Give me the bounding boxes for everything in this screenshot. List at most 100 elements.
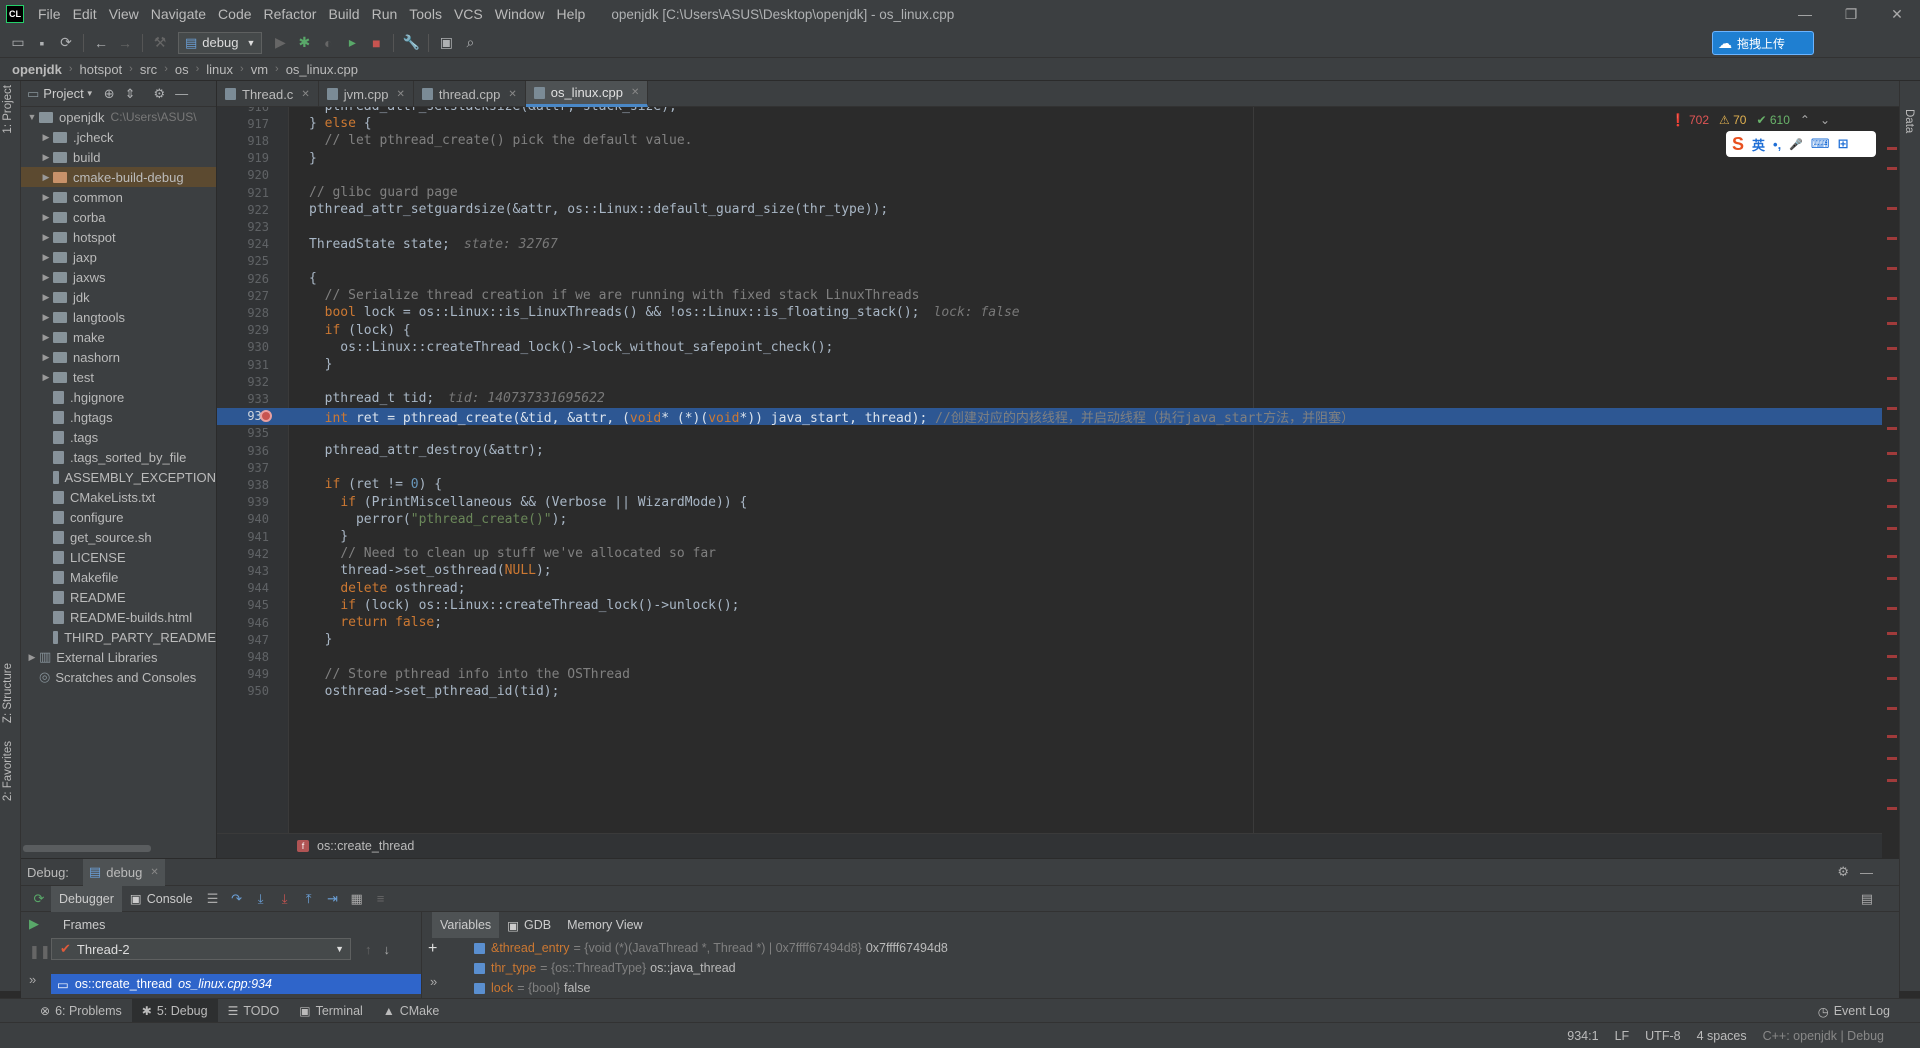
code-line[interactable]: 931 }	[217, 356, 1882, 373]
code-line[interactable]: 916 pthread_attr_setstacksize(&attr, sta…	[217, 107, 1882, 115]
collapse-all-icon[interactable]: ⇕	[125, 86, 136, 102]
menu-edit[interactable]: Edit	[67, 6, 103, 22]
variable-row[interactable]: &thread_entry = {void (*)(JavaThread *, T…	[422, 938, 1899, 958]
stripe-error-mark[interactable]	[1887, 707, 1897, 710]
tree-root[interactable]: ▼ openjdk C:\Users\ASUS\	[21, 107, 216, 127]
line-number[interactable]: 948	[217, 650, 269, 664]
indent-setting[interactable]: 4 spaces	[1697, 1029, 1747, 1043]
stripe-error-mark[interactable]	[1887, 347, 1897, 350]
stripe-error-mark[interactable]	[1887, 479, 1897, 482]
chevron-right-icon[interactable]: ▶	[39, 372, 53, 383]
step-over-icon[interactable]: ↷	[225, 891, 249, 907]
code-line[interactable]: 942 // Need to clean up stuff we've allo…	[217, 545, 1882, 562]
chevron-right-icon[interactable]: ▶	[39, 352, 53, 363]
tree-folder[interactable]: ▶ hotspot	[21, 227, 216, 247]
evaluate-icon[interactable]: ▦	[345, 891, 369, 907]
pause-icon[interactable]: ❚❚	[29, 944, 51, 960]
ime-toolbar[interactable]: S 英 •, 🎤 ⌨ ⊞	[1726, 131, 1876, 157]
tool-tab-database[interactable]: Data	[1903, 109, 1915, 133]
breadcrumb-item[interactable]: hotspot	[80, 62, 123, 77]
variable-row[interactable]: thr_type = {os::ThreadType} os::java_threa…	[422, 958, 1899, 978]
code-line[interactable]: 940 perror("pthread_create()");	[217, 511, 1882, 528]
debug-bug-icon[interactable]: ✱	[292, 31, 316, 55]
bottom-tab-todo[interactable]: ☰ TODO	[218, 999, 290, 1023]
stripe-error-mark[interactable]	[1887, 267, 1897, 270]
menu-view[interactable]: View	[103, 6, 145, 22]
forward-icon[interactable]: →	[113, 31, 137, 55]
code-line[interactable]: 950 osthread->set_pthread_id(tid);	[217, 683, 1882, 700]
inspection-widget[interactable]: ❗ 702 ⚠ 70 ✔ 610 ⌃ ⌄	[1671, 113, 1830, 127]
force-step-into-icon[interactable]: ⤓	[273, 891, 297, 907]
line-number[interactable]: 932	[217, 375, 269, 389]
chevron-right-icon[interactable]: ▶	[39, 272, 53, 283]
tab-console[interactable]: ▣ Console	[122, 886, 201, 912]
step-into-icon[interactable]: ⤓	[249, 891, 273, 907]
code-line[interactable]: 943 thread->set_osthread(NULL);	[217, 562, 1882, 579]
stripe-error-mark[interactable]	[1887, 427, 1897, 430]
line-number[interactable]: 918	[217, 134, 269, 148]
line-number[interactable]: 950	[217, 684, 269, 698]
line-number[interactable]: 929	[217, 323, 269, 337]
code-line[interactable]: 936 pthread_attr_destroy(&attr);	[217, 442, 1882, 459]
breakpoint-icon[interactable]	[260, 410, 272, 423]
tree-folder[interactable]: ▶ nashorn	[21, 347, 216, 367]
stripe-error-mark[interactable]	[1887, 757, 1897, 760]
line-number[interactable]: 930	[217, 340, 269, 354]
chevron-right-icon[interactable]: ▶	[39, 232, 53, 243]
tree-external-libraries[interactable]: ▶ ▥ External Libraries	[21, 647, 216, 667]
stripe-error-mark[interactable]	[1887, 207, 1897, 210]
tree-file[interactable]: configure	[21, 507, 216, 527]
chevron-down-icon[interactable]: ▼	[86, 89, 94, 98]
save-all-icon[interactable]: ▪	[30, 31, 54, 55]
tree-file[interactable]: README-builds.html	[21, 607, 216, 627]
stripe-error-mark[interactable]	[1887, 452, 1897, 455]
menu-vcs[interactable]: VCS	[448, 6, 489, 22]
breadcrumb-item[interactable]: openjdk	[12, 62, 62, 77]
code-line[interactable]: 922 pthread_attr_setguardsize(&attr, os::…	[217, 201, 1882, 218]
tree-file[interactable]: THIRD_PARTY_README	[21, 627, 216, 647]
breadcrumb-item[interactable]: vm	[251, 62, 268, 77]
line-number[interactable]: 916	[217, 107, 269, 114]
stripe-error-mark[interactable]	[1887, 167, 1897, 170]
code-line[interactable]: 921 // glibc guard page	[217, 184, 1882, 201]
tree-file[interactable]: ASSEMBLY_EXCEPTION	[21, 467, 216, 487]
resume-icon[interactable]: ▶	[29, 916, 51, 932]
line-number[interactable]: 945	[217, 598, 269, 612]
line-number[interactable]: 917	[217, 117, 269, 131]
grid-icon[interactable]: ⊞	[1838, 136, 1849, 152]
line-number[interactable]: 924	[217, 237, 269, 251]
tree-file[interactable]: .tags	[21, 427, 216, 447]
editor-tab[interactable]: thread.cpp ✕	[414, 81, 526, 107]
rerun-icon[interactable]: ⟳	[27, 891, 51, 907]
line-number[interactable]: 933	[217, 392, 269, 406]
stripe-error-mark[interactable]	[1887, 632, 1897, 635]
chevron-right-icon[interactable]: ▶	[39, 152, 53, 163]
tree-folder[interactable]: ▶ test	[21, 367, 216, 387]
line-number[interactable]: 937	[217, 461, 269, 475]
gear-icon[interactable]: ⚙	[154, 86, 166, 102]
code-line[interactable]: 930 os::Linux::createThread_lock()->lock…	[217, 339, 1882, 356]
close-icon[interactable]: ✕	[397, 89, 405, 100]
stripe-error-mark[interactable]	[1887, 322, 1897, 325]
stop-icon[interactable]: ■	[364, 31, 388, 55]
tree-file[interactable]: .hgignore	[21, 387, 216, 407]
editor-tab[interactable]: os_linux.cpp ✕	[525, 81, 649, 107]
coverage-icon[interactable]: ▸	[340, 31, 364, 55]
stripe-error-mark[interactable]	[1887, 147, 1897, 150]
event-log-button[interactable]: ◷ Event Log	[1818, 999, 1890, 1023]
run-to-cursor-icon[interactable]: ⇥	[321, 891, 345, 907]
ime-language-toggle[interactable]: 英	[1752, 135, 1765, 154]
scope-function-name[interactable]: os::create_thread	[317, 839, 414, 853]
stripe-error-mark[interactable]	[1887, 677, 1897, 680]
file-encoding[interactable]: UTF-8	[1645, 1029, 1680, 1043]
tab-memory-view[interactable]: Memory View	[559, 912, 650, 938]
tree-file[interactable]: README	[21, 587, 216, 607]
code-line[interactable]: 920	[217, 167, 1882, 184]
code-line[interactable]: 932	[217, 373, 1882, 390]
code-line[interactable]: 928 bool lock = os::Linux::is_LinuxThrea…	[217, 304, 1882, 321]
menu-help[interactable]: Help	[551, 6, 592, 22]
minimize-button[interactable]: —	[1782, 0, 1828, 28]
line-separator[interactable]: LF	[1615, 1029, 1630, 1043]
hide-panel-icon[interactable]: —	[1860, 865, 1873, 880]
tree-folder[interactable]: ▶ make	[21, 327, 216, 347]
